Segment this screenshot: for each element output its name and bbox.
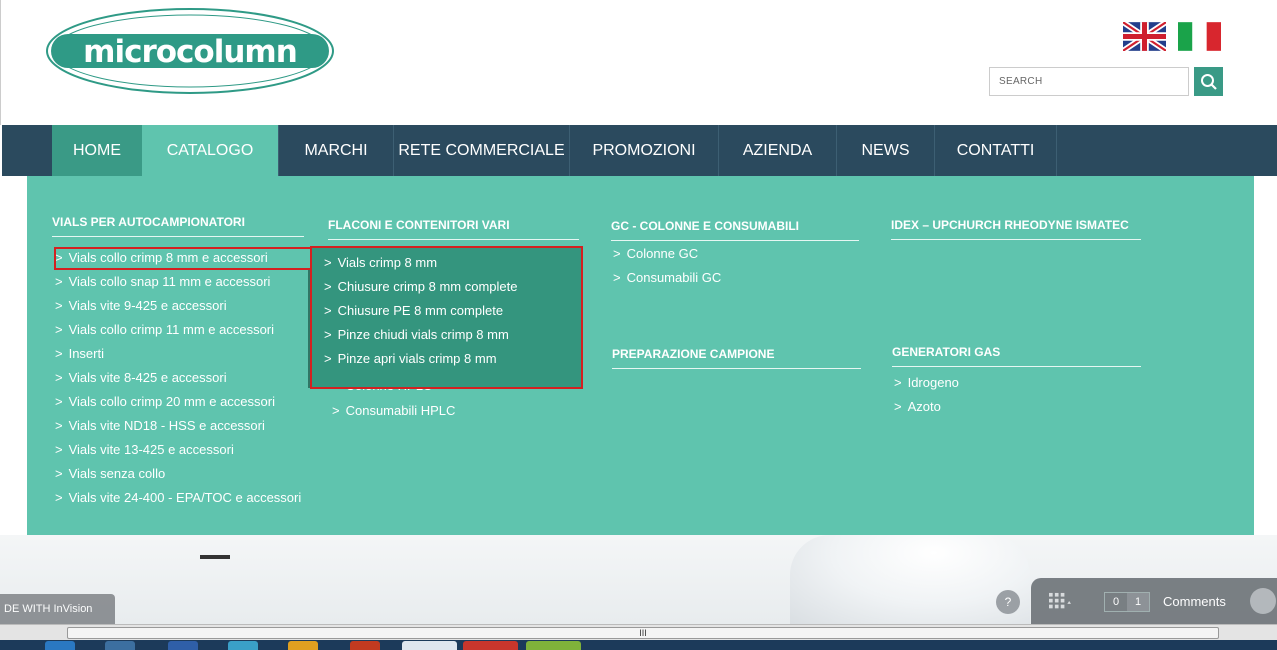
windows-taskbar [0,640,1277,650]
arrow: > [55,442,63,457]
arrow: > [55,466,63,481]
link-label: Vials vite ND18 - HSS e accessori [68,418,265,433]
category-title-generatori[interactable]: GENERATORI GAS [892,345,1141,367]
taskbar-app-icon[interactable] [228,641,258,650]
arrow: > [55,346,63,361]
link-label: Azoto [907,399,941,414]
search-icon [1200,73,1217,90]
arrow: > [55,274,63,289]
arrow: > [613,246,621,261]
link-vials-senza-collo[interactable]: > Vials senza collo [55,466,165,481]
link-vials-vite-13-425[interactable]: > Vials vite 13-425 e accessori [55,442,234,457]
arrow: > [613,270,621,285]
nav-catalogo[interactable]: CATALOGO [142,125,279,176]
arrow: > [55,370,63,385]
link-label: Vials senza collo [68,466,166,481]
search-input[interactable] [989,67,1189,96]
invision-badge[interactable]: DE WITH InVision [0,594,115,624]
link-label: Vials vite 8-425 e accessori [68,370,227,385]
taskbar-chrome-icon[interactable] [463,641,518,650]
italy-flag-icon[interactable] [1178,22,1221,51]
scrollbar-grip: III [639,628,647,638]
arrow: > [894,399,902,414]
main-navigation: HOME CATALOGO MARCHI RETE COMMERCIALE PR… [2,125,1277,176]
comment-counter[interactable]: 0 1 [1104,592,1150,612]
nav-marchi[interactable]: MARCHI [279,125,394,176]
category-title-vials[interactable]: VIALS PER AUTOCAMPIONATORI [52,215,304,237]
arrow: > [55,490,63,505]
link-label: Vials collo crimp 20 mm e accessori [68,394,275,409]
arrow: > [55,298,63,313]
arrow: > [55,418,63,433]
comments-bar: 0 1 Comments [1031,578,1277,624]
nav-contatti[interactable]: CONTATTI [935,125,1057,176]
link-inserti[interactable]: > Inserti [55,346,104,361]
microcolumn-logo[interactable]: microcolumn [45,6,335,96]
taskbar-document-icon[interactable] [402,641,457,650]
search-bar [989,67,1223,96]
arrow: > [55,322,63,337]
arrow: > [332,403,340,418]
counter-current: 1 [1127,593,1149,611]
taskbar-app-icon[interactable] [526,641,581,650]
link-vials-vite-nd18[interactable]: > Vials vite ND18 - HSS e accessori [55,418,265,433]
category-title-preparazione[interactable]: PREPARAZIONE CAMPIONE [612,347,861,369]
avatar[interactable] [1250,588,1276,614]
link-label: Consumabili GC [626,270,722,285]
link-azoto[interactable]: > Azoto [894,399,941,414]
nav-news[interactable]: NEWS [837,125,935,176]
nav-azienda[interactable]: AZIENDA [719,125,837,176]
counter-previous: 0 [1112,596,1120,608]
link-vials-vite-9-425[interactable]: > Vials vite 9-425 e accessori [55,298,227,313]
nav-home[interactable]: HOME [52,125,142,176]
link-label: Colonne GC [626,246,699,261]
help-button[interactable]: ? [996,590,1020,614]
link-vials-vite-8-425[interactable]: > Vials vite 8-425 e accessori [55,370,227,385]
link-label: Vials vite 24-400 - EPA/TOC e accessori [68,490,302,505]
uk-flag-icon[interactable] [1123,22,1166,51]
category-title-flaconi[interactable]: FLACONI E CONTENITORI VARI [328,218,579,240]
link-consumabili-gc[interactable]: > Consumabili GC [613,270,721,285]
link-vials-collo-crimp-11[interactable]: > Vials collo crimp 11 mm e accessori [55,322,274,337]
nav-promozioni[interactable]: PROMOZIONI [570,125,719,176]
taskbar-ie-icon[interactable] [45,641,75,650]
highlight-box-hovered-item [54,247,312,270]
horizontal-scrollbar[interactable]: III [0,624,1277,640]
grid-menu-icon[interactable] [1049,592,1071,610]
highlight-box-submenu [310,246,583,389]
link-vials-collo-crimp-20[interactable]: > Vials collo crimp 20 mm e accessori [55,394,275,409]
category-title-idex[interactable]: IDEX – UPCHURCH RHEODYNE ISMATEC [891,218,1141,240]
scrollbar-thumb[interactable]: III [67,627,1219,639]
link-colonne-gc[interactable]: > Colonne GC [613,246,698,261]
link-label: Inserti [68,346,104,361]
link-label: Vials vite 13-425 e accessori [68,442,234,457]
link-label: Vials collo snap 11 mm e accessori [68,274,271,289]
taskbar-folder-icon[interactable] [288,641,318,650]
nav-rete-commerciale[interactable]: RETE COMMERCIALE [394,125,570,176]
language-switcher [1123,22,1221,51]
search-button[interactable] [1194,67,1223,96]
arrow: > [55,394,63,409]
link-vials-vite-24-400[interactable]: > Vials vite 24-400 - EPA/TOC e accessori [55,490,301,505]
taskbar-app-icon[interactable] [105,641,135,650]
svg-text:microcolumn: microcolumn [83,34,297,70]
hero-person [790,535,1030,625]
link-idrogeno[interactable]: > Idrogeno [894,375,959,390]
taskbar-app-icon[interactable] [350,641,380,650]
link-label: Consumabili HPLC [345,403,456,418]
link-label: Vials vite 9-425 e accessori [68,298,227,313]
hero-dash [200,555,230,559]
taskbar-app-icon[interactable] [168,641,198,650]
category-title-gc[interactable]: GC - COLONNE E CONSUMABILI [611,219,859,241]
link-vials-collo-snap-11[interactable]: > Vials collo snap 11 mm e accessori [55,274,270,289]
comments-label[interactable]: Comments [1163,594,1226,609]
arrow: > [894,375,902,390]
link-consumabili-hplc[interactable]: > Consumabili HPLC [332,403,455,418]
site-header: microcolumn [0,0,1277,125]
link-label: Idrogeno [907,375,959,390]
link-label: Vials collo crimp 11 mm e accessori [68,322,275,337]
